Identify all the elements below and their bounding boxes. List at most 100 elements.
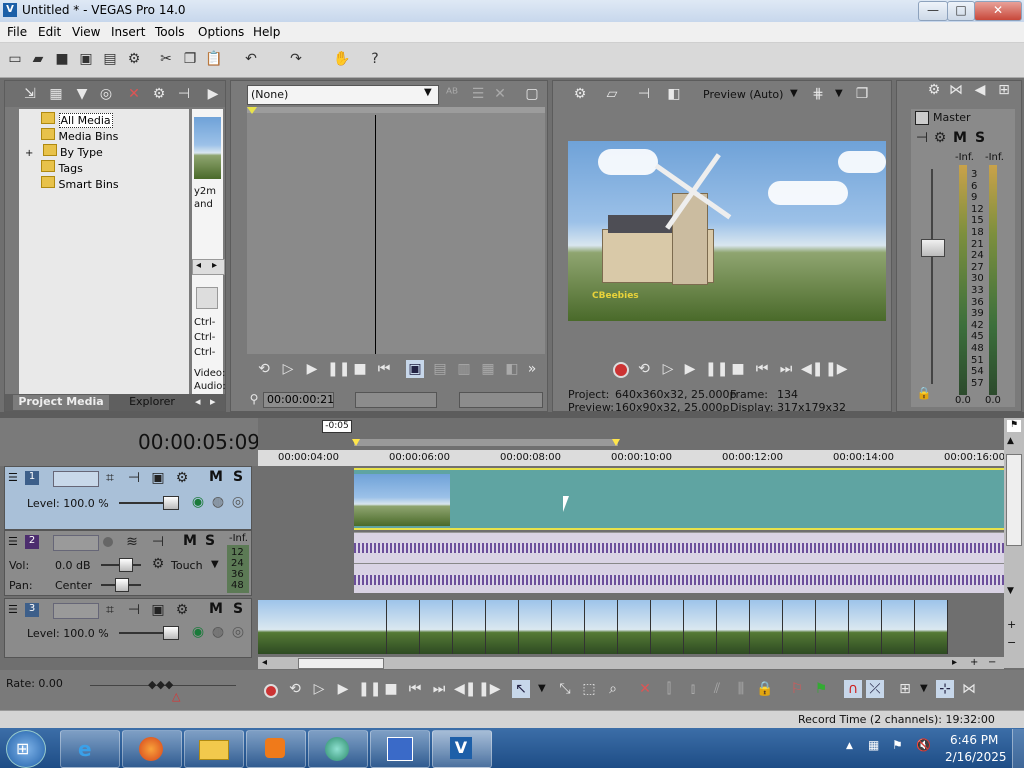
automation-mode[interactable]: Touch [171,559,203,572]
composite-mode-icon[interactable]: ◉ [189,623,207,641]
parent-mode-icon[interactable]: ◍ [209,493,227,511]
track-settings-icon[interactable]: ⚙ [173,601,191,619]
region-marker[interactable]: -0:05 [322,420,352,433]
track-name-field[interactable] [53,603,99,619]
spellcheck-icon[interactable]: ᴬᴮ [443,85,461,103]
taskbar-media-player[interactable] [246,730,306,768]
menu-tools[interactable]: Tools [155,25,185,39]
menu-insert[interactable]: Insert [111,25,145,39]
time-ruler[interactable]: 00:00:04:00 00:00:06:00 00:00:08:00 00:0… [258,450,1005,466]
play-from-start-icon[interactable]: ▷ [659,360,677,378]
loop-end-icon[interactable] [612,439,620,446]
child-mode-icon[interactable]: ◎ [229,623,247,641]
taskbar-firefox[interactable] [122,730,182,768]
properties-icon[interactable]: ⚙ [125,50,143,68]
track-fx-icon[interactable]: ⊣ [125,469,143,487]
trim-end-icon[interactable]: ⫽ [708,680,726,698]
menu-help[interactable]: Help [253,25,280,39]
taskbar-clock-time[interactable]: 6:46 PM [950,733,998,747]
level-slider[interactable] [163,626,179,640]
menu-view[interactable]: View [72,25,100,39]
chevron-down-icon[interactable]: ▼ [920,683,928,694]
taskbar-movie-maker[interactable] [308,730,368,768]
collapse-icon[interactable]: ☰ [8,535,18,548]
downmix-icon[interactable]: ⋈ [947,81,965,99]
save-as-icon[interactable]: ▣ [77,50,95,68]
new-icon[interactable]: ▭ [6,50,24,68]
zoom-tool-icon[interactable]: ⌕ [604,680,622,698]
track-fx-icon[interactable]: ⊣ [149,533,167,551]
trimmer-view-icon[interactable]: ▢ [523,85,541,103]
trimmer-fx-icon[interactable]: ☰ [469,85,487,103]
views-icon[interactable]: ▶ [204,85,222,103]
master-solo[interactable]: S [975,130,985,146]
copy-snapshot-icon[interactable]: ❐ [853,85,871,103]
stop-icon[interactable]: ■ [729,360,747,378]
pause-icon[interactable]: ❚❚ [705,360,728,378]
zoom-in-time-icon[interactable]: + [970,657,978,668]
add-after-icon[interactable]: ▦ [479,360,497,378]
menu-options[interactable]: Options [198,25,244,39]
stop-icon[interactable]: ■ [351,360,369,378]
track-header-3[interactable]: ☰ 3 ⌗ ⊣ ▣ ⚙ M S Level: 100.0 % ◉ ◍ ◎ [4,598,252,658]
minimize-button[interactable]: — [918,1,948,21]
track-header-2[interactable]: ☰ 2 ≋ ⊣ M S -Inf. Vol: 0.0 dB ⚙ Touch ▼ … [4,530,252,596]
zoom-out-time-icon[interactable]: − [988,657,996,668]
compositing-icon[interactable]: ▣ [149,601,167,619]
master-fader[interactable] [921,239,945,257]
solo-button[interactable]: S [233,601,243,617]
tree-item-all-media[interactable]: All Media [41,112,113,128]
taskbar-explorer[interactable] [184,730,244,768]
play-from-start-icon[interactable]: ▷ [310,680,328,698]
show-hidden-icons-icon[interactable]: ▲ [846,741,853,751]
preview-quality-dropdown[interactable]: Preview (Auto) [703,88,783,101]
menu-file[interactable]: File [7,25,27,39]
lock-envelopes-icon[interactable]: ⊹ [936,680,954,698]
media-list-scrollbar[interactable]: ◂ ▸ [192,259,225,275]
compositing-icon[interactable]: ▣ [149,469,167,487]
ripple-edit-icon[interactable]: ⊞ [896,680,914,698]
tree-item-media-bins[interactable]: Media Bins [41,128,118,143]
remove-icon[interactable]: ✕ [125,85,143,103]
video-event-filmstrip[interactable] [258,600,948,654]
scroll-left-icon[interactable]: ◂ [262,657,267,668]
normal-edit-tool-icon[interactable]: ↖ [512,680,530,698]
lock-events-icon[interactable]: 🔒 [756,680,774,698]
pause-icon[interactable]: ❚❚ [327,360,350,378]
volume-muted-icon[interactable]: 🔇 [916,738,931,752]
scroll-down-icon[interactable]: ▼ [1007,586,1014,596]
trim-icon[interactable]: ⫿ [660,680,678,698]
stop-icon[interactable]: ■ [382,680,400,698]
zoom-out-icon[interactable]: − [1007,636,1016,649]
scroll-right-icon[interactable]: ▸ [952,657,957,668]
get-media-icon[interactable]: ▼ [73,85,91,103]
go-to-end-icon[interactable]: ⏭ [777,360,795,378]
add-before-icon[interactable]: ▥ [455,360,473,378]
tree-item-by-type[interactable]: + By Type [25,144,103,159]
fit-icon[interactable]: ◧ [503,360,521,378]
render-icon[interactable]: ▤ [101,50,119,68]
add-to-timeline-icon[interactable]: ▤ [431,360,449,378]
paste-icon[interactable]: 📋 [205,50,223,68]
track-motion-icon[interactable]: ⌗ [101,469,119,487]
scroll-left-icon[interactable]: ◂ [196,260,201,271]
track-motion-icon[interactable]: ⌗ [101,601,119,619]
loop-icon[interactable]: ⟲ [255,360,273,378]
collapse-icon[interactable]: ☰ [8,603,18,616]
fx-icon[interactable]: ⊣ [635,85,653,103]
master-properties-icon[interactable]: ⚙ [925,81,943,99]
child-mode-icon[interactable]: ◎ [229,493,247,511]
master-mute-box[interactable] [915,111,929,125]
media-properties-icon[interactable]: ⚙ [150,85,168,103]
media-fx-icon[interactable]: ⊣ [175,85,193,103]
play-icon[interactable]: ▶ [303,360,321,378]
track-name-field[interactable] [53,471,99,487]
web-icon[interactable]: ◎ [97,85,115,103]
network-icon[interactable]: ▦ [868,738,879,752]
tab-scroll-right-icon[interactable]: ▸ [210,395,216,408]
trimmer-area[interactable] [247,107,545,354]
snapping-icon[interactable]: ∩ [844,680,862,698]
redo-icon[interactable]: ↷ [287,50,305,68]
zoom-in-icon[interactable]: + [1007,618,1016,631]
track-lane-2[interactable] [258,530,1004,594]
